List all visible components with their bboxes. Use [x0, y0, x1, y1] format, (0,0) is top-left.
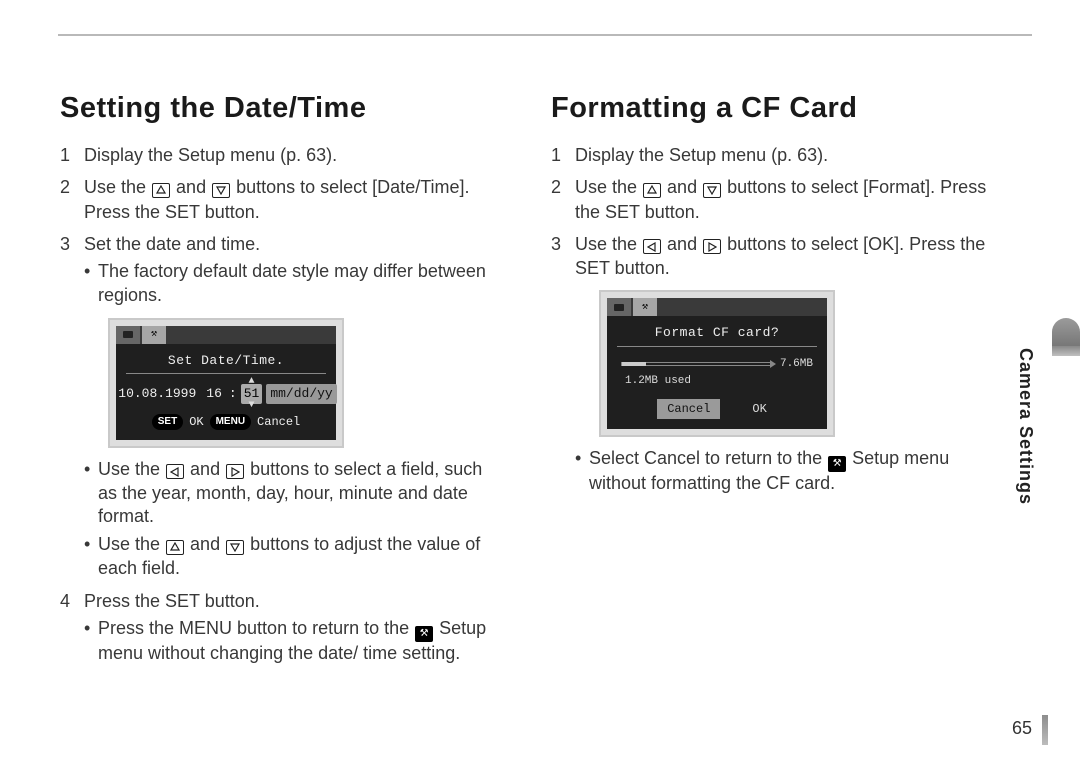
step-2: Use the and buttons to select [Date/Time… — [60, 175, 505, 224]
text: Use the — [575, 177, 642, 197]
note: The factory default date style may diffe… — [84, 260, 505, 308]
usage-bar-fill — [622, 362, 646, 366]
text: Use the — [575, 234, 642, 254]
lcd-hour: 16 — [203, 384, 225, 404]
lcd-title: Set Date/Time. — [126, 352, 326, 375]
manual-page: Setting the Date/Time Display the Setup … — [0, 0, 1080, 765]
lcd-footer: SET OK MENU Cancel — [126, 414, 326, 430]
menu-pill: MENU — [210, 414, 251, 430]
steps-right: Display the Setup menu (p. 63). Use the … — [551, 143, 996, 495]
bar-arrow-icon — [770, 360, 776, 368]
arrow-down-icon: ▼ — [248, 399, 254, 413]
tools-icon: ⚒ — [415, 626, 433, 642]
tab-setup-icon — [142, 326, 166, 344]
left-triangle-icon — [643, 239, 661, 254]
note: Use the and buttons to select a field, s… — [84, 458, 505, 529]
arrow-up-icon: ▲ — [248, 375, 254, 389]
lcd-frame: Set Date/Time. 10.08.1999 16:▲51▼ mm/dd/… — [108, 318, 344, 448]
lcd-screen: Set Date/Time. 10.08.1999 16:▲51▼ mm/dd/… — [116, 326, 336, 440]
note: Select Cancel to return to the ⚒ Setup m… — [575, 447, 996, 495]
side-tab-cap — [1052, 318, 1080, 346]
up-triangle-icon — [166, 540, 184, 555]
lcd-minute-selected: ▲51▼ — [241, 384, 263, 404]
right-triangle-icon — [703, 239, 721, 254]
step-3-post-notes: Select Cancel to return to the ⚒ Setup m… — [575, 447, 996, 495]
format-buttons: Cancel OK — [617, 399, 817, 419]
lcd-tabs — [116, 326, 336, 344]
step-1: Display the Setup menu (p. 63). — [60, 143, 505, 167]
text: and — [171, 177, 211, 197]
step-3: Set the date and time. The factory defau… — [60, 232, 505, 581]
note: Use the and buttons to adjust the value … — [84, 533, 505, 581]
text: and — [662, 234, 702, 254]
ok-option: OK — [742, 399, 776, 419]
lcd-body: Format CF card? 7.6MB 1.2MB used — [607, 316, 827, 428]
column-left: Setting the Date/Time Display the Setup … — [60, 92, 505, 673]
left-triangle-icon — [166, 464, 184, 479]
heading-date-time: Setting the Date/Time — [60, 92, 505, 125]
step-3: Use the and buttons to select [OK]. Pres… — [551, 232, 996, 495]
down-triangle-icon — [212, 183, 230, 198]
text: Use the — [84, 177, 151, 197]
tools-icon: ⚒ — [828, 456, 846, 472]
page-number-bar — [1042, 715, 1048, 745]
lcd-screen: Format CF card? 7.6MB 1.2MB used — [607, 298, 827, 428]
step-4-notes: Press the MENU button to return to the ⚒… — [84, 617, 505, 665]
format-bar: 7.6MB 1.2MB used — [621, 357, 813, 389]
side-section-label: Camera Settings — [1015, 348, 1036, 505]
side-tab-body — [1052, 346, 1080, 356]
text: and — [185, 459, 225, 479]
step-2: Use the and buttons to select [Format]. … — [551, 175, 996, 224]
down-triangle-icon — [703, 183, 721, 198]
usage-bar — [621, 362, 770, 366]
set-pill: SET — [152, 414, 183, 430]
step-1: Display the Setup menu (p. 63). — [551, 143, 996, 167]
right-triangle-icon — [226, 464, 244, 479]
text: Set the date and time. — [84, 234, 260, 254]
step-3-post-notes: Use the and buttons to select a field, s… — [84, 458, 505, 581]
text: Press the SET button. — [84, 591, 260, 611]
lcd-screenshot-format: Format CF card? 7.6MB 1.2MB used — [599, 290, 996, 436]
step-3-notes: The factory default date style may diffe… — [84, 260, 505, 308]
cancel-option: Cancel — [657, 399, 720, 419]
cancel-label: Cancel — [257, 414, 300, 430]
page-number: 65 — [1012, 718, 1032, 739]
text: and — [185, 534, 225, 554]
lcd-date-row: 10.08.1999 16:▲51▼ mm/dd/yy — [126, 384, 326, 404]
lcd-format: mm/dd/yy — [266, 384, 336, 404]
total-size: 7.6MB — [780, 357, 813, 372]
lcd-date: 10.08.1999 — [115, 384, 199, 404]
step-4: Press the SET button. Press the MENU but… — [60, 589, 505, 666]
text: and — [662, 177, 702, 197]
column-right: Formatting a CF Card Display the Setup m… — [551, 92, 1032, 673]
ok-label: OK — [189, 414, 203, 430]
text: Use the — [98, 534, 165, 554]
steps-left: Display the Setup menu (p. 63). Use the … — [60, 143, 505, 665]
tab-rec-icon — [607, 298, 631, 316]
text: Use the — [98, 459, 165, 479]
tab-setup-icon — [633, 298, 657, 316]
lcd-tabs — [607, 298, 827, 316]
down-triangle-icon — [226, 540, 244, 555]
tab-rec-icon — [116, 326, 140, 344]
content-columns: Setting the Date/Time Display the Setup … — [60, 92, 1032, 673]
text: Press the MENU button to return to the — [98, 618, 414, 638]
lcd-body: Set Date/Time. 10.08.1999 16:▲51▼ mm/dd/… — [116, 344, 336, 440]
lcd-frame: Format CF card? 7.6MB 1.2MB used — [599, 290, 835, 436]
lcd-screenshot-datetime: Set Date/Time. 10.08.1999 16:▲51▼ mm/dd/… — [108, 318, 505, 448]
top-rule — [58, 34, 1032, 36]
note: Press the MENU button to return to the ⚒… — [84, 617, 505, 665]
up-triangle-icon — [152, 183, 170, 198]
lcd-title: Format CF card? — [617, 324, 817, 347]
side-thumb-tab — [1048, 318, 1080, 518]
up-triangle-icon — [643, 183, 661, 198]
text: Select Cancel to return to the — [589, 448, 827, 468]
used-size: 1.2MB used — [625, 374, 813, 389]
heading-format-cf: Formatting a CF Card — [551, 92, 996, 125]
